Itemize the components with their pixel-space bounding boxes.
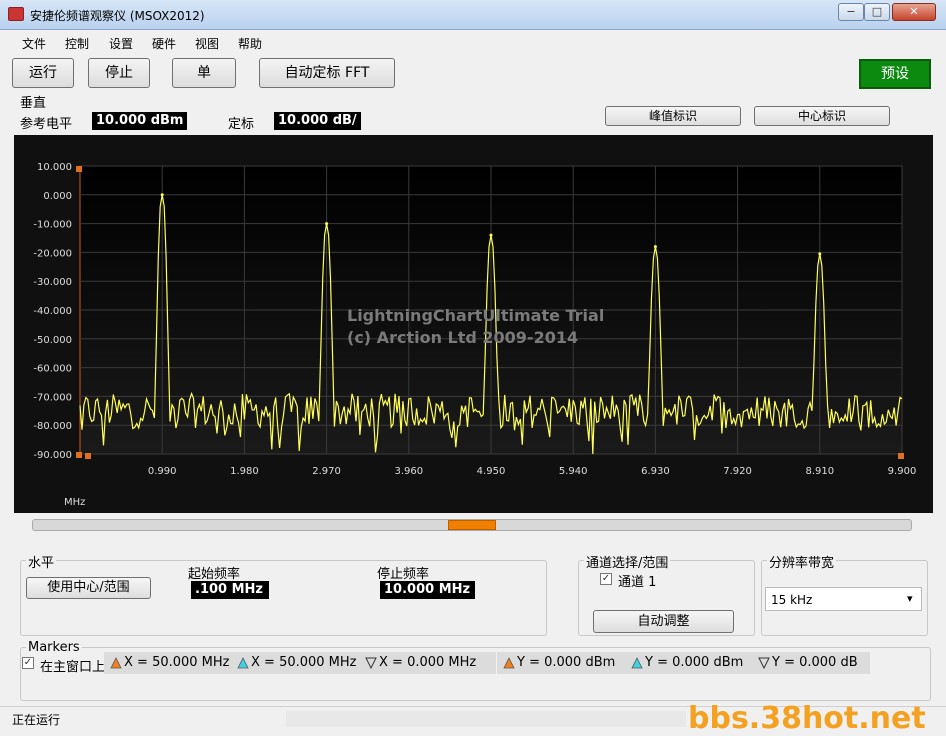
y-tick-label: -60.000 <box>33 364 72 375</box>
marker1-x-value: X = 50.000 MHz <box>124 655 230 670</box>
x-tick-label: 7.920 <box>723 466 752 477</box>
x-tick-label: 1.980 <box>230 466 259 477</box>
chevron-down-icon[interactable]: ▾ <box>907 592 913 605</box>
run-button[interactable]: 运行 <box>12 58 74 88</box>
channel1-label: 通道 1 <box>618 575 657 590</box>
rbw-group-title: 分辨率带宽 <box>767 552 837 571</box>
marker2-triangle-icon <box>237 657 249 669</box>
close-button[interactable]: ✕ <box>892 3 936 21</box>
start-freq-value[interactable]: .100 MHz <box>191 581 269 599</box>
y-tick-label: -80.000 <box>33 421 72 432</box>
menu-file[interactable]: 文件 <box>22 35 46 52</box>
menu-help[interactable]: 帮助 <box>238 35 262 52</box>
menu-bar: 文件 控制 设置 硬件 视图 帮助 <box>0 31 946 53</box>
x-tick-label: 0.990 <box>148 466 177 477</box>
marker2-y-triangle-icon <box>631 657 643 669</box>
auto-adjust-button[interactable]: 自动调整 <box>593 610 734 633</box>
window-title: 安捷伦频谱观察仪 (MSOX2012) <box>30 9 205 23</box>
x-tick-label: 5.940 <box>559 466 588 477</box>
y-bottom-handle[interactable] <box>76 452 82 458</box>
y-axis-ticks: 10.000 0.000 -10.000 -20.000 -30.000 -40.000 -… <box>33 162 72 461</box>
ref-level-label: 参考电平 <box>20 117 73 132</box>
marker2-x-value: X = 50.000 MHz <box>251 655 357 670</box>
status-text: 正在运行 <box>12 713 61 727</box>
y-tick-label: 0.000 <box>43 191 72 202</box>
y-marker-strip: Y = 0.000 dBm Y = 0.000 dBm Y = 0.000 dB <box>497 652 870 674</box>
title-bar: 安捷伦频谱观察仪 (MSOX2012) − □ ✕ <box>0 0 946 30</box>
x-marker-strip: X = 50.000 MHz X = 50.000 MHz X = 0.000 … <box>104 652 496 674</box>
spectrum-peak-point <box>653 245 657 249</box>
use-center-span-button[interactable]: 使用中心/范围 <box>26 577 151 599</box>
y-tick-label: -20.000 <box>33 248 72 259</box>
channel-group-title: 通道选择/范围 <box>584 552 671 571</box>
delta-triangle-icon <box>365 657 377 669</box>
scrollbar-thumb[interactable] <box>448 520 496 530</box>
spectrum-peak-point <box>489 233 493 237</box>
start-freq-label: 起始频率 <box>188 567 241 582</box>
maximize-button[interactable]: □ <box>864 3 890 21</box>
chart-watermark-line1: LightningChartUltimate Trial <box>347 306 604 325</box>
marker1-triangle-icon <box>110 657 122 669</box>
scale-value[interactable]: 10.000 dB/ <box>274 112 361 130</box>
y-tick-label: -10.000 <box>33 220 72 231</box>
status-bar: 正在运行 bbs.38hot.net <box>0 701 946 736</box>
horizontal-group-title: 水平 <box>26 552 57 571</box>
x-tick-label: 3.960 <box>394 466 423 477</box>
autoscale-fft-button[interactable]: 自动定标 FFT <box>259 58 395 88</box>
y-tick-label: -70.000 <box>33 392 72 403</box>
vertical-group-title: 垂直 <box>20 96 47 111</box>
preset-button[interactable]: 预设 <box>859 59 931 89</box>
marker1-y-triangle-icon <box>503 657 515 669</box>
x-tick-label: 4.950 <box>477 466 506 477</box>
main-window-label: 在主窗口上 <box>40 660 106 675</box>
y-tick-label: -30.000 <box>33 277 72 288</box>
x-tick-label: 6.930 <box>641 466 670 477</box>
minimize-button[interactable]: − <box>838 3 864 21</box>
delta-y-triangle-icon <box>758 657 770 669</box>
x-tick-label: 9.900 <box>888 466 917 477</box>
stop-freq-label: 停止频率 <box>377 567 430 582</box>
status-progress-area <box>286 711 686 727</box>
menu-view[interactable]: 视图 <box>195 35 219 52</box>
marker1-y-value: Y = 0.000 dBm <box>517 655 616 670</box>
main-window-checkbox[interactable]: ✓ <box>22 657 34 669</box>
spectrum-chart[interactable]: 10.000 0.000 -10.000 -20.000 -30.000 -40.000 -… <box>14 135 933 513</box>
x-tick-label: 8.910 <box>805 466 834 477</box>
x-axis-ticks: 0.990 1.980 2.970 3.960 4.950 5.940 6.930 7.920… <box>148 466 916 477</box>
stop-button[interactable]: 停止 <box>88 58 150 88</box>
rbw-select[interactable]: 15 kHz ▾ <box>765 587 922 611</box>
frequency-scrollbar[interactable] <box>32 519 912 531</box>
site-watermark: bbs.38hot.net <box>688 701 926 736</box>
spectrum-peak-point <box>160 193 164 197</box>
x-unit-label: MHz <box>64 497 85 508</box>
stop-freq-value[interactable]: 10.000 MHz <box>380 581 475 599</box>
y-tick-label: -40.000 <box>33 306 72 317</box>
y-tick-label: -90.000 <box>33 450 72 461</box>
single-button[interactable]: 单 <box>172 58 236 88</box>
menu-settings[interactable]: 设置 <box>109 35 133 52</box>
menu-control[interactable]: 控制 <box>65 35 89 52</box>
chart-watermark-line2: (c) Arction Ltd 2009-2014 <box>347 328 578 347</box>
y-tick-label: 10.000 <box>37 162 72 173</box>
center-marker-button[interactable]: 中心标识 <box>754 106 890 126</box>
rbw-selected-value: 15 kHz <box>771 593 813 607</box>
x-left-handle[interactable] <box>85 453 91 459</box>
channel1-checkbox[interactable]: ✓ <box>600 573 612 585</box>
y-top-handle[interactable] <box>76 166 82 172</box>
delta-y-value: Y = 0.000 dB <box>772 655 858 670</box>
x-tick-label: 2.970 <box>312 466 341 477</box>
app-icon <box>8 7 24 21</box>
scale-label: 定标 <box>228 117 255 132</box>
delta-x-value: X = 0.000 MHz <box>379 655 477 670</box>
spectrum-peak-point <box>325 222 329 226</box>
x-right-handle[interactable] <box>898 453 904 459</box>
spectrum-peak-point <box>818 252 822 256</box>
y-tick-label: -50.000 <box>33 335 72 346</box>
ref-level-value[interactable]: 10.000 dBm <box>92 112 188 130</box>
markers-group-title: Markers <box>26 640 82 655</box>
marker2-y-value: Y = 0.000 dBm <box>645 655 744 670</box>
spectrum-chart-svg[interactable]: 10.000 0.000 -10.000 -20.000 -30.000 -40.000 -… <box>14 135 933 513</box>
menu-hardware[interactable]: 硬件 <box>152 35 176 52</box>
peak-marker-button[interactable]: 峰值标识 <box>605 106 741 126</box>
